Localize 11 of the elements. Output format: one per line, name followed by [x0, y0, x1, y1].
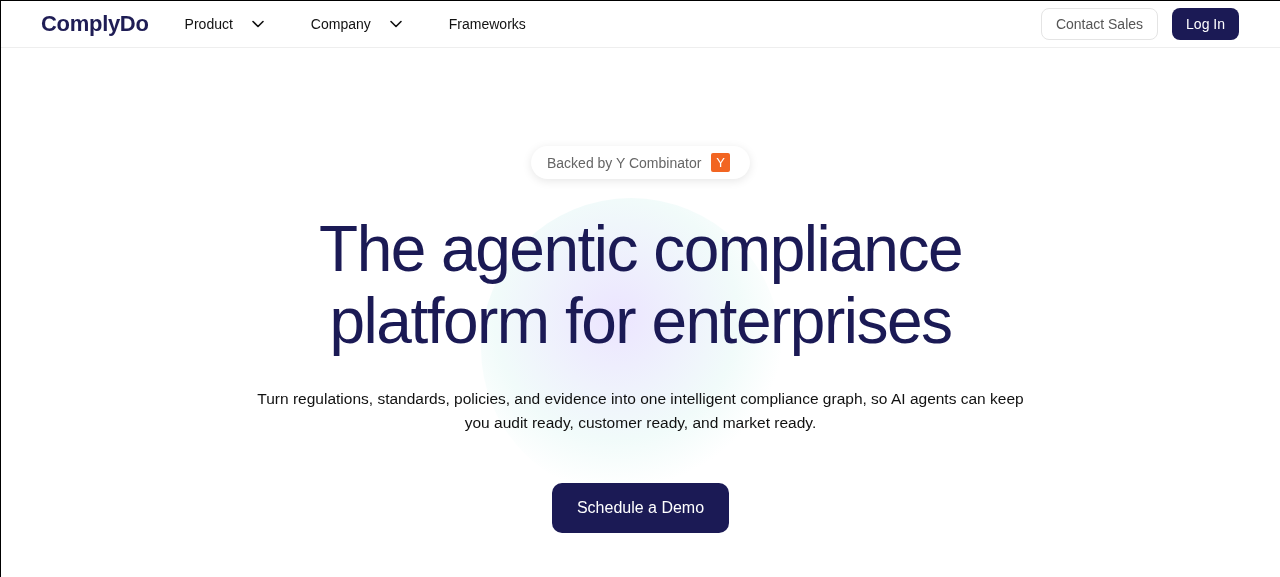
nav-link[interactable]: Frameworks [448, 16, 526, 32]
logo[interactable]: ComplyDo [41, 11, 149, 37]
y-combinator-logo: Y [711, 153, 730, 172]
hero-subtitle: Turn regulations, standards, policies, and evidence into one intelligent compliance graph, so AI agents can keep you audit ready, customer ready, and market ready. [256, 389, 1025, 433]
login-button[interactable]: Log In [1172, 8, 1239, 40]
nav-link[interactable]: Company [310, 16, 403, 32]
nav-link[interactable]: Product [184, 16, 265, 32]
badge-text: Backed by Y Combinator [547, 154, 702, 171]
schedule-demo-button[interactable]: Schedule a Demo [551, 483, 730, 533]
contact-sales-button[interactable]: Contact Sales [1040, 8, 1159, 40]
hero-title: The agentic compliance platform for enterprises [319, 213, 962, 357]
